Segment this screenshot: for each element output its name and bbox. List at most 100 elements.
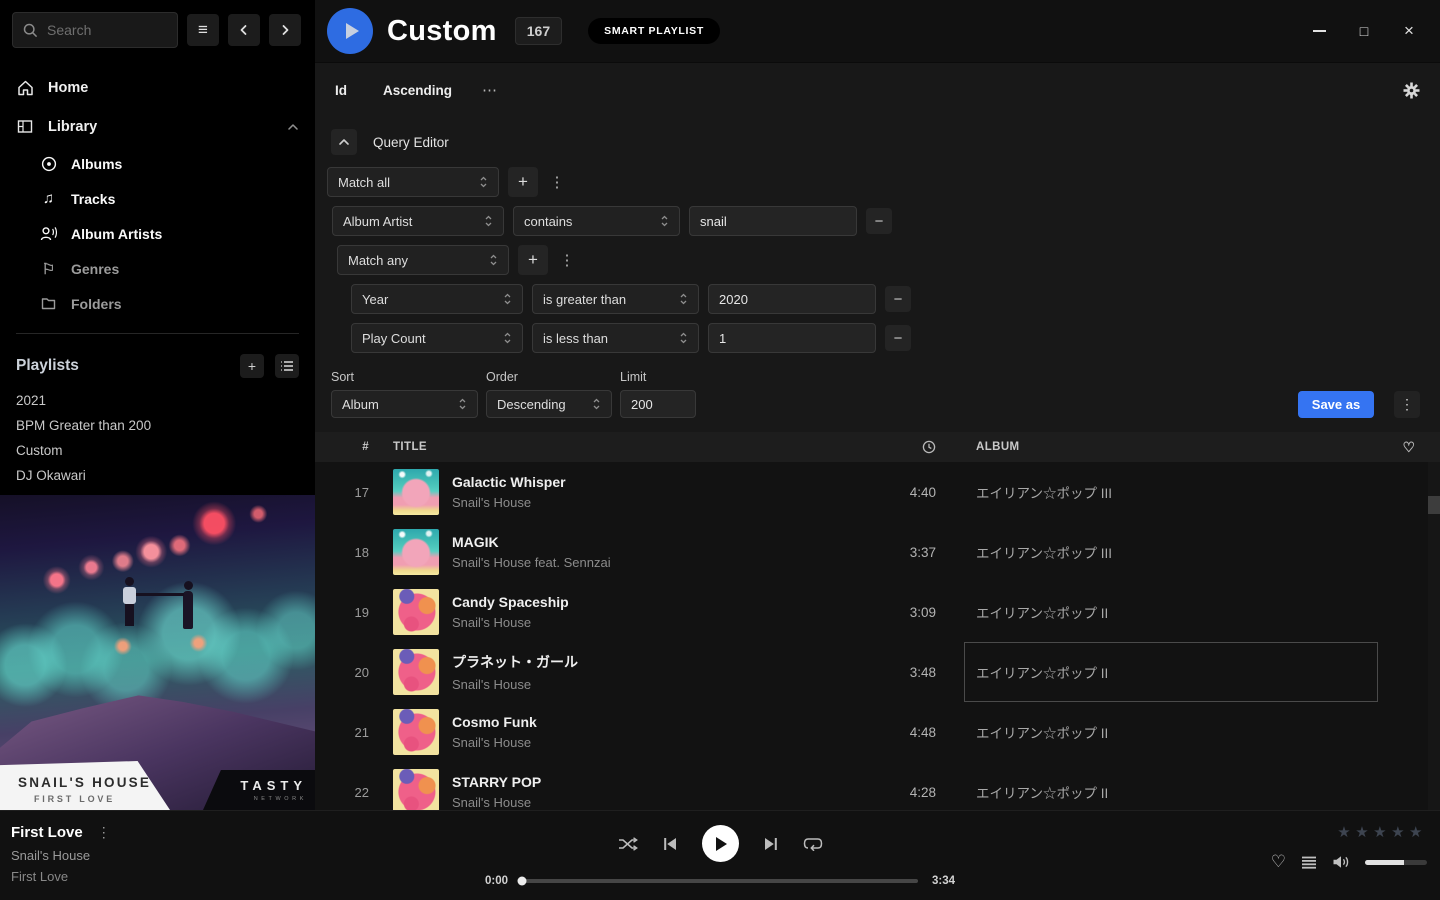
sidebar-item-album-artists[interactable]: Album Artists [0, 216, 315, 251]
track-album-cell[interactable]: エイリアン☆ポップ II [964, 582, 1378, 642]
remove-rule-button[interactable]: − [885, 325, 911, 351]
playlist-item[interactable]: 2021 [16, 388, 299, 413]
match-type-select[interactable]: Match any [337, 245, 509, 275]
rule-operator-select[interactable]: is less than [532, 323, 699, 353]
sidebar-item-albums[interactable]: Albums [0, 146, 315, 181]
track-album-cell[interactable]: エイリアン☆ポップ II [964, 762, 1378, 810]
rule-value-input[interactable] [708, 323, 876, 353]
column-duration[interactable] [838, 440, 938, 454]
search-input[interactable] [47, 22, 157, 38]
sidebar-item-genres[interactable]: ⚐ Genres [0, 251, 315, 286]
volume-icon[interactable] [1332, 855, 1350, 869]
track-album[interactable]: エイリアン☆ポップ II [976, 722, 1108, 742]
add-rule-button[interactable]: + [508, 167, 538, 197]
now-playing-cover-art[interactable]: SNAIL'S HOUSE FIRST LOVE TASTY NETWORK [0, 495, 315, 810]
track-album[interactable]: エイリアン☆ポップ II [976, 662, 1108, 682]
track-title[interactable]: MAGIK [452, 534, 611, 550]
rule-value-input[interactable] [689, 206, 857, 236]
track-artist[interactable]: Snail's House [452, 495, 566, 510]
order-select[interactable]: Descending [486, 390, 612, 418]
remove-rule-button[interactable]: − [866, 208, 892, 234]
column-album[interactable]: ALBUM [938, 441, 1378, 453]
playlist-item[interactable]: DJ Okawari [16, 463, 299, 488]
scrollbar-track[interactable] [1428, 462, 1440, 810]
menu-button[interactable]: ≡ [187, 14, 219, 46]
rating-stars[interactable]: ★★★★★ [1337, 823, 1427, 841]
volume-slider[interactable] [1365, 860, 1427, 865]
back-button[interactable] [228, 14, 260, 46]
add-rule-button[interactable]: + [518, 245, 548, 275]
now-playing-artist[interactable]: Snail's House [11, 848, 111, 863]
sort-select[interactable]: Album [331, 390, 478, 418]
track-album[interactable]: エイリアン☆ポップ II [976, 782, 1108, 802]
table-row[interactable]: 20プラネット・ガールSnail's House3:48エイリアン☆ポップ II [315, 642, 1440, 702]
playlist-list-button[interactable] [275, 354, 299, 378]
sidebar-item-folders[interactable]: Folders [0, 286, 315, 321]
playlist-item[interactable]: Custom [16, 438, 299, 463]
track-album[interactable]: エイリアン☆ポップ III [976, 482, 1112, 502]
track-album-cell[interactable]: エイリアン☆ポップ III [964, 462, 1378, 522]
track-album-cell[interactable]: エイリアン☆ポップ II [964, 702, 1378, 762]
remove-rule-button[interactable]: − [885, 286, 911, 312]
group-menu-button[interactable]: ⋮ [547, 167, 567, 197]
track-artist[interactable]: Snail's House [452, 735, 537, 750]
play-pause-button[interactable] [702, 825, 739, 862]
repeat-button[interactable] [803, 836, 823, 851]
match-type-select[interactable]: Match all [327, 167, 499, 197]
now-playing-title[interactable]: First Love [11, 824, 83, 841]
column-title[interactable]: TITLE [381, 441, 838, 453]
track-album-cell[interactable]: エイリアン☆ポップ III [964, 522, 1378, 582]
track-album-cell[interactable]: エイリアン☆ポップ II [964, 642, 1378, 702]
track-title[interactable]: プラネット・ガール [452, 652, 578, 672]
group-menu-button[interactable]: ⋮ [557, 245, 577, 275]
limit-input[interactable] [620, 390, 696, 418]
seek-thumb[interactable] [518, 877, 527, 886]
play-playlist-button[interactable] [327, 8, 373, 54]
next-button[interactable] [764, 837, 778, 851]
table-row[interactable]: 21Cosmo FunkSnail's House4:48エイリアン☆ポップ I… [315, 702, 1440, 762]
track-title[interactable]: Galactic Whisper [452, 474, 566, 490]
collapse-query-button[interactable] [331, 129, 357, 155]
table-row[interactable]: 18MAGIKSnail's House feat. Sennzai3:37エイ… [315, 522, 1440, 582]
track-artist[interactable]: Snail's House [452, 677, 578, 692]
track-artist[interactable]: Snail's House [452, 615, 569, 630]
column-favorite[interactable]: ♡ [1378, 439, 1440, 456]
sidebar-item-home[interactable]: Home [0, 68, 315, 107]
track-album[interactable]: エイリアン☆ポップ III [976, 542, 1112, 562]
scrollbar-thumb[interactable] [1428, 496, 1440, 514]
chevron-up-icon[interactable] [287, 123, 299, 131]
search-box[interactable] [12, 12, 178, 48]
track-title[interactable]: Candy Spaceship [452, 594, 569, 610]
playlist-item[interactable]: BPM Greater than 200 [16, 413, 299, 438]
track-title[interactable]: STARRY POP [452, 774, 541, 790]
save-menu-button[interactable]: ⋮ [1394, 391, 1420, 418]
rule-field-select[interactable]: Play Count [351, 323, 523, 353]
more-options-button[interactable]: ⋯ [482, 81, 498, 99]
minimize-button[interactable] [1312, 30, 1326, 32]
rule-field-select[interactable]: Album Artist [332, 206, 504, 236]
now-playing-menu-button[interactable]: ⋮ [97, 824, 111, 841]
rule-field-select[interactable]: Year [351, 284, 523, 314]
add-playlist-button[interactable]: + [240, 354, 264, 378]
close-button[interactable]: × [1402, 21, 1416, 41]
sort-field-button[interactable]: Id [335, 83, 347, 98]
save-as-button[interactable]: Save as [1298, 391, 1374, 418]
table-row[interactable]: 22STARRY POPSnail's House4:28エイリアン☆ポップ I… [315, 762, 1440, 810]
gear-icon[interactable] [1403, 82, 1420, 99]
track-title[interactable]: Cosmo Funk [452, 714, 537, 730]
now-playing-album[interactable]: First Love [11, 869, 111, 884]
favorite-button[interactable]: ♡ [1271, 852, 1286, 872]
seek-slider[interactable] [522, 879, 918, 883]
previous-button[interactable] [663, 837, 677, 851]
maximize-button[interactable]: □ [1357, 23, 1371, 39]
rule-value-input[interactable] [708, 284, 876, 314]
queue-button[interactable] [1301, 856, 1317, 869]
forward-button[interactable] [269, 14, 301, 46]
rule-operator-select[interactable]: contains [513, 206, 680, 236]
table-row[interactable]: 17Galactic WhisperSnail's House4:40エイリアン… [315, 462, 1440, 522]
track-album[interactable]: エイリアン☆ポップ II [976, 602, 1108, 622]
sidebar-item-tracks[interactable]: ♫ Tracks [0, 181, 315, 216]
sidebar-item-library[interactable]: Library [0, 107, 315, 146]
shuffle-button[interactable] [618, 837, 638, 851]
track-artist[interactable]: Snail's House feat. Sennzai [452, 555, 611, 570]
